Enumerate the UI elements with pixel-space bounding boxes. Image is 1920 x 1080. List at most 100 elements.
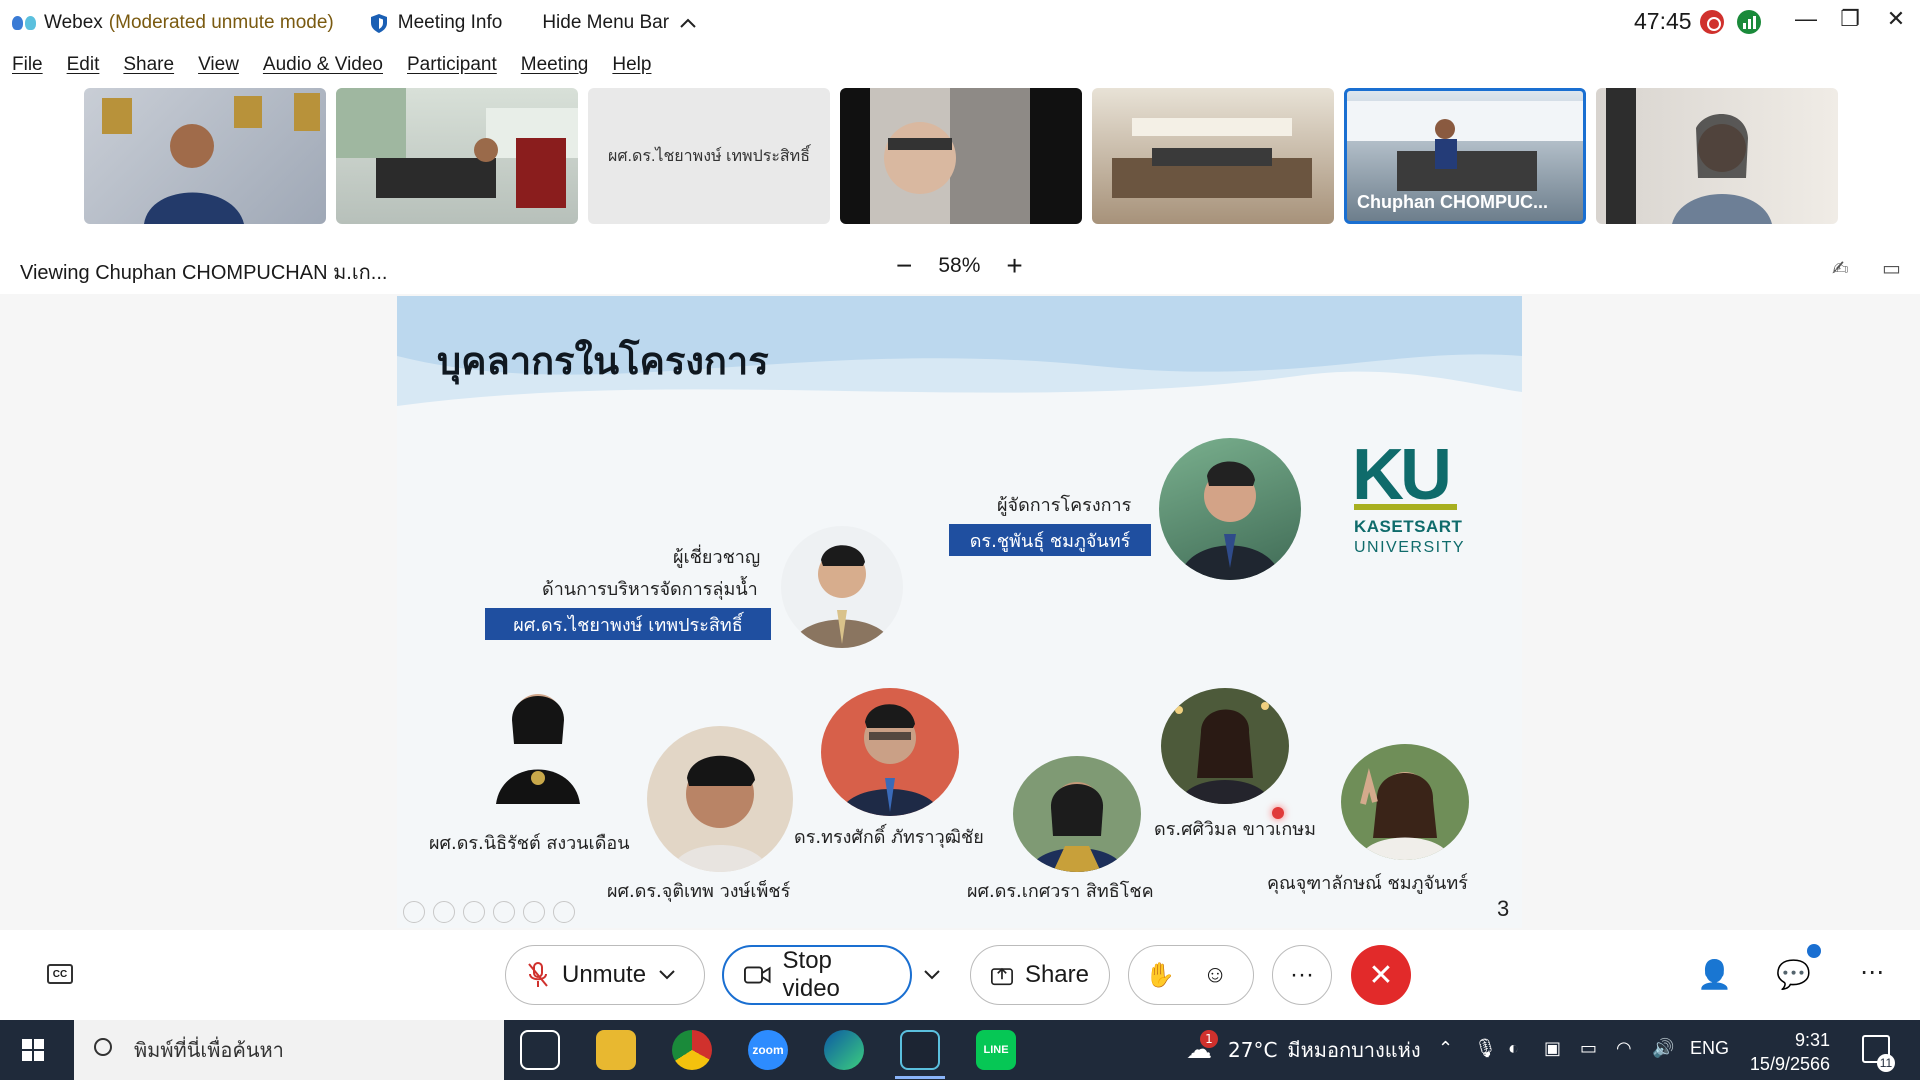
hide-menu-label: Hide Menu Bar	[542, 12, 670, 33]
slides-icon[interactable]	[493, 901, 515, 923]
edge-icon[interactable]	[824, 1030, 864, 1070]
chevron-down-icon[interactable]	[658, 969, 676, 981]
weather-alert-badge: 1	[1200, 1030, 1218, 1048]
ku-logo-subtext: UNIVERSITY	[1354, 539, 1466, 556]
zoom-in-button[interactable]: +	[1006, 252, 1022, 280]
chevron-down-icon	[924, 970, 940, 980]
participant-video-1[interactable]	[84, 88, 326, 224]
raise-hand-icon[interactable]: ✋	[1145, 961, 1175, 990]
title-bar: Webex (Moderated unmute mode) Meeting In…	[0, 0, 1920, 46]
meeting-timer: 47:45	[1634, 8, 1692, 34]
participant-video-5[interactable]	[1092, 88, 1334, 224]
participant-name: ผศ.ดร.ไชยาพงษ์ เทพประสิทธิ์	[588, 88, 830, 224]
participant-video-6[interactable]: Chuphan CHOMPUC...	[1344, 88, 1586, 224]
camera-tray-icon[interactable]: ◐	[1508, 1038, 1519, 1059]
recording-icon[interactable]	[1700, 10, 1724, 34]
video-feed	[870, 88, 1030, 224]
reactions-icon[interactable]: ☺	[1203, 961, 1228, 989]
participant-video-4[interactable]	[840, 88, 1082, 224]
leave-meeting-button[interactable]: ✕	[1351, 945, 1411, 1005]
clock-date: 15/9/2566	[1749, 1054, 1830, 1074]
slide-title: บุคลากรในโครงการ	[437, 339, 769, 383]
next-slide-icon[interactable]	[433, 901, 455, 923]
search-icon	[94, 1038, 112, 1056]
closed-captions-button[interactable]: CC	[47, 964, 73, 984]
video-options-button[interactable]	[912, 945, 952, 1005]
expert-field: ด้านการบริหารจัดการลุ่มน้ำ	[542, 579, 758, 600]
participant-video-2[interactable]	[336, 88, 578, 224]
remote-control-icon[interactable]: ▭	[1882, 256, 1901, 281]
minimize-button[interactable]: —	[1786, 6, 1826, 32]
zoom-control: − 58% +	[896, 252, 1023, 280]
zoom-out-button[interactable]: −	[896, 252, 912, 280]
file-explorer-icon[interactable]	[596, 1030, 636, 1070]
webex-taskbar-icon[interactable]	[900, 1030, 940, 1070]
meeting-info-button[interactable]: Meeting Info	[398, 12, 503, 34]
manager-photo	[1159, 438, 1301, 580]
tray-expand-icon[interactable]: ⌃	[1438, 1038, 1453, 1059]
ku-logo-text: KASETSART	[1354, 517, 1463, 536]
slide-controls	[403, 901, 575, 923]
team-name-1: ผศ.ดร.นิธิรัชต์ สงวนเดือน	[429, 833, 630, 854]
zoom-slide-icon[interactable]	[523, 901, 545, 923]
more-slide-icon[interactable]	[553, 901, 575, 923]
line-app-icon[interactable]: LINE	[976, 1030, 1016, 1070]
meeting-control-bar	[0, 930, 1920, 1020]
network-health-icon[interactable]	[1737, 10, 1761, 34]
share-label: Share	[1024, 961, 1089, 988]
menu-file[interactable]: File	[0, 50, 55, 84]
video-feed	[102, 93, 320, 224]
taskbar-clock[interactable]: 9:31 15/9/2566	[1740, 1028, 1830, 1076]
share-button[interactable]: Share	[970, 945, 1110, 1005]
participants-icon[interactable]: 👤	[1697, 958, 1732, 991]
more-options-button[interactable]: ···	[1272, 945, 1332, 1005]
restore-button[interactable]: ❐	[1830, 6, 1870, 32]
windows-taskbar: พิมพ์ที่นี่เพื่อค้นหา zoom LINE ☁ 1 27°C…	[0, 1020, 1920, 1080]
menu-help[interactable]: Help	[600, 50, 663, 84]
stop-video-button[interactable]: Stop video	[722, 945, 912, 1005]
security-tray-icon[interactable]: ▣	[1544, 1038, 1561, 1059]
team-photo-3	[821, 688, 959, 816]
chrome-icon[interactable]	[672, 1030, 712, 1070]
expert-name: ผศ.ดร.ไชยาพงษ์ เทพประสิทธิ์	[485, 608, 771, 640]
close-window-button[interactable]: ✕	[1876, 6, 1916, 32]
zoom-app-icon[interactable]: zoom	[748, 1030, 788, 1070]
wifi-icon[interactable]: ◠	[1616, 1038, 1632, 1059]
meeting-mode: (Moderated unmute mode)	[108, 12, 334, 33]
participant-video-7[interactable]	[1596, 88, 1838, 224]
battery-icon[interactable]: ▭	[1580, 1038, 1597, 1059]
taskbar-search[interactable]: พิมพ์ที่นี่เพื่อค้นหา	[74, 1020, 504, 1080]
manager-role: ผู้จัดการโครงการ	[997, 495, 1132, 516]
unmute-button[interactable]: Unmute	[505, 945, 705, 1005]
unmute-label: Unmute	[562, 961, 647, 988]
menu-view[interactable]: View	[186, 50, 251, 84]
prev-slide-icon[interactable]	[403, 901, 425, 923]
menu-edit[interactable]: Edit	[55, 50, 112, 84]
task-view-icon[interactable]	[520, 1030, 560, 1070]
participant-tile-3[interactable]: ผศ.ดร.ไชยาพงษ์ เทพประสิทธิ์	[588, 88, 830, 224]
annotate-icon[interactable]: ✍	[1832, 256, 1849, 281]
search-placeholder: พิมพ์ที่นี่เพื่อค้นหา	[134, 1038, 284, 1062]
weather-widget[interactable]: ☁ 1 27°C มีหมอกบางแห่ง	[1186, 1030, 1421, 1066]
volume-icon[interactable]: 🔊	[1652, 1038, 1674, 1059]
chat-icon[interactable]: 💬	[1776, 958, 1811, 991]
mic-tray-icon[interactable]: 🎙	[1474, 1038, 1497, 1059]
more-panels-icon[interactable]: ⋯	[1860, 958, 1884, 987]
pen-icon[interactable]	[463, 901, 485, 923]
reactions-group: ✋ ☺	[1128, 945, 1254, 1005]
shield-icon[interactable]	[370, 13, 388, 33]
menu-participant[interactable]: Participant	[395, 50, 509, 84]
team-name-5: ดร.ศศิวิมล ขาวเกษม	[1154, 819, 1316, 840]
hide-menu-bar-button[interactable]: Hide Menu Bar	[542, 12, 697, 34]
team-name-3: ดร.ทรงศักดิ์ ภัทราวุฒิชัย	[794, 827, 984, 848]
laser-pointer	[1272, 807, 1284, 819]
menu-audio-video[interactable]: Audio & Video	[251, 50, 395, 84]
menu-share[interactable]: Share	[111, 50, 186, 84]
clock-time: 9:31	[1794, 1030, 1830, 1050]
windows-start-icon[interactable]	[22, 1039, 44, 1061]
weather-place: มีหมอกบางแห่ง	[1287, 1038, 1421, 1062]
weather-temp: 27°C	[1228, 1038, 1278, 1062]
language-indicator[interactable]: ENG	[1690, 1038, 1729, 1059]
menu-meeting[interactable]: Meeting	[509, 50, 601, 84]
notification-count: 11	[1877, 1054, 1895, 1072]
